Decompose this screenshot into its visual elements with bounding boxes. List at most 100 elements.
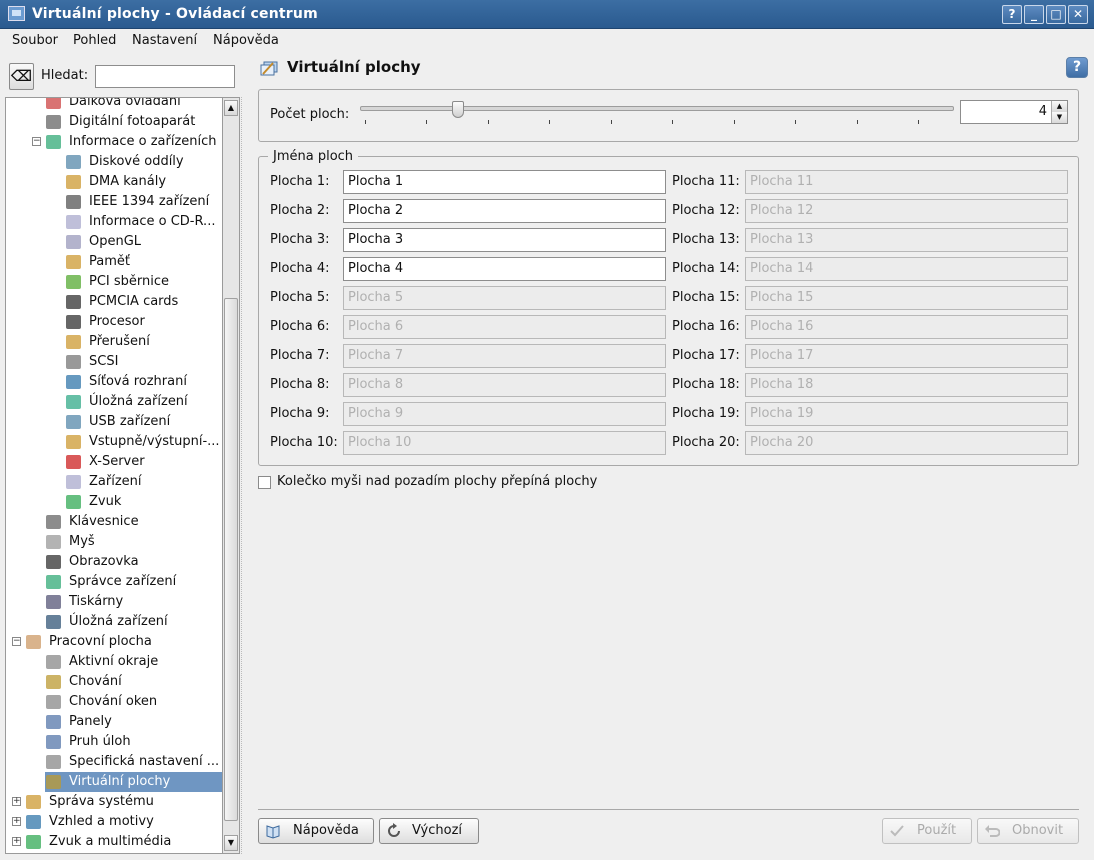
search-input[interactable] bbox=[95, 65, 235, 88]
desktop-count-spinbox[interactable]: 4 ▲ ▼ bbox=[960, 100, 1068, 124]
storage-icon bbox=[66, 395, 81, 409]
desktop-name-field[interactable]: Plocha 4 bbox=[343, 257, 666, 281]
tree-item[interactable]: Chování bbox=[6, 672, 223, 692]
desktop-name-field[interactable]: Plocha 3 bbox=[343, 228, 666, 252]
scroll-thumb[interactable] bbox=[224, 298, 238, 821]
tree-item[interactable]: + Zvuk a multimédia bbox=[6, 832, 223, 852]
desktop-count-label: Počet ploch: bbox=[270, 107, 350, 122]
tree-item[interactable]: SCSI bbox=[6, 352, 223, 372]
tree-item[interactable]: Tiskárny bbox=[6, 592, 223, 612]
tree-expander-icon[interactable]: − bbox=[32, 137, 41, 146]
slider-handle[interactable] bbox=[452, 101, 464, 118]
firewire-icon bbox=[66, 195, 81, 209]
tree-item[interactable]: Virtuální plochy bbox=[45, 772, 223, 792]
tree-item[interactable]: Síťová rozhraní bbox=[6, 372, 223, 392]
help-icon[interactable]: ? bbox=[1066, 57, 1088, 78]
tree-item[interactable]: Digitální fotoaparát bbox=[6, 112, 223, 132]
close-window-button[interactable]: ✕ bbox=[1068, 5, 1088, 24]
tree-item[interactable]: Diskové oddíly bbox=[6, 152, 223, 172]
tree-item[interactable]: Přerušení bbox=[6, 332, 223, 352]
reset-button[interactable]: Obnovit bbox=[977, 818, 1079, 844]
wheel-switch-checkbox[interactable] bbox=[258, 476, 271, 489]
tree-expander-icon[interactable]: + bbox=[12, 817, 21, 826]
tree-item[interactable]: + Vzhled a motivy bbox=[6, 812, 223, 832]
tree-item[interactable]: Klávesnice bbox=[6, 512, 223, 532]
desktop-name-label: Plocha 6: bbox=[270, 319, 330, 334]
clear-search-button[interactable]: ⌫ bbox=[9, 63, 34, 90]
spin-up-icon[interactable]: ▲ bbox=[1051, 101, 1067, 112]
apply-button[interactable]: Použít bbox=[882, 818, 972, 844]
desktop-name-field: Plocha 11 bbox=[745, 170, 1068, 194]
scroll-up-icon[interactable]: ▲ bbox=[224, 100, 238, 116]
pcmcia-icon bbox=[66, 295, 81, 309]
slider-tick bbox=[795, 120, 797, 124]
pane-splitter[interactable] bbox=[241, 97, 245, 854]
check-icon bbox=[890, 825, 904, 837]
tree-item[interactable]: DMA kanály bbox=[6, 172, 223, 192]
tree-item[interactable]: Procesor bbox=[6, 312, 223, 332]
tree-item-label: Myš bbox=[69, 534, 95, 549]
desktop-name-field: Plocha 17 bbox=[745, 344, 1068, 368]
tree-item-label: Vstupně/výstupní-... bbox=[89, 434, 220, 449]
tree-item[interactable]: Úložná zařízení bbox=[6, 612, 223, 632]
desktop-name-field[interactable]: Plocha 1 bbox=[343, 170, 666, 194]
tree-item-label: Aktivní okraje bbox=[69, 654, 159, 669]
tree-item[interactable]: + Správa systému bbox=[6, 792, 223, 812]
desktop-name-field[interactable]: Plocha 2 bbox=[343, 199, 666, 223]
menu-pohled[interactable]: Pohled bbox=[73, 33, 116, 48]
window-title: Virtuální plochy - Ovládací centrum bbox=[32, 6, 318, 22]
defaults-button[interactable]: Výchozí bbox=[379, 818, 479, 844]
module-tree[interactable]: Dálková ovládání Digitální fotoaparát − Inf… bbox=[5, 97, 223, 854]
tree-item[interactable]: OpenGL bbox=[6, 232, 223, 252]
tree-item[interactable]: Vstupně/výstupní-... bbox=[6, 432, 223, 452]
tree-item[interactable]: USB zařízení bbox=[6, 412, 223, 432]
tree-item[interactable]: Paměť bbox=[6, 252, 223, 272]
tree-item-label: Procesor bbox=[89, 314, 145, 329]
tree-item-label: Dálková ovládání bbox=[69, 97, 181, 109]
menu-napoveda[interactable]: Nápověda bbox=[213, 33, 279, 48]
network-icon bbox=[66, 375, 81, 389]
tree-item[interactable]: − Pracovní plocha bbox=[6, 632, 223, 652]
tree-item[interactable]: Obrazovka bbox=[6, 552, 223, 572]
spin-down-icon[interactable]: ▼ bbox=[1051, 112, 1067, 123]
tree-scrollbar[interactable]: ▲ ▼ bbox=[222, 97, 240, 854]
tree-item-label: Panely bbox=[69, 714, 112, 729]
tree-item[interactable]: X-Server bbox=[6, 452, 223, 472]
help-titlebar-button[interactable]: ? bbox=[1002, 5, 1022, 24]
tree-item[interactable]: PCI sběrnice bbox=[6, 272, 223, 292]
help-button[interactable]: Nápověda bbox=[258, 818, 374, 844]
menu-nastaveni[interactable]: Nastavení bbox=[132, 33, 197, 48]
button-separator bbox=[258, 809, 1079, 810]
minimize-button[interactable]: _ bbox=[1024, 5, 1044, 24]
reload-icon bbox=[388, 823, 400, 837]
tree-expander-icon[interactable]: + bbox=[12, 797, 21, 806]
desktop-name-field: Plocha 18 bbox=[745, 373, 1068, 397]
tree-item[interactable]: Pruh úloh bbox=[6, 732, 223, 752]
desktop-count-slider[interactable] bbox=[360, 106, 954, 111]
tree-item[interactable]: Aktivní okraje bbox=[6, 652, 223, 672]
tree-item[interactable]: PCMCIA cards bbox=[6, 292, 223, 312]
tree-item[interactable]: Specifická nastavení ... bbox=[6, 752, 223, 772]
scroll-down-icon[interactable]: ▼ bbox=[224, 835, 238, 851]
tree-item[interactable]: Panely bbox=[6, 712, 223, 732]
tree-item[interactable]: Zařízení bbox=[6, 472, 223, 492]
tree-item[interactable]: Úložná zařízení bbox=[6, 392, 223, 412]
tree-expander-icon[interactable]: + bbox=[12, 837, 21, 846]
virtual-desktops-icon bbox=[260, 61, 278, 76]
menu-soubor[interactable]: Soubor bbox=[12, 33, 58, 48]
tree-item[interactable]: Myš bbox=[6, 532, 223, 552]
tree-item[interactable]: Chování oken bbox=[6, 692, 223, 712]
desktop-names-title: Jména ploch bbox=[268, 149, 359, 164]
tree-item[interactable]: Informace o CD-R... bbox=[6, 212, 223, 232]
wheel-switch-label[interactable]: Kolečko myši nad pozadím plochy přepíná … bbox=[277, 474, 597, 489]
tree-item[interactable]: IEEE 1394 zařízení bbox=[6, 192, 223, 212]
tree-item[interactable]: − Informace o zařízeních bbox=[6, 132, 223, 152]
tree-item[interactable]: Dálková ovládání bbox=[6, 97, 223, 112]
tree-item-label: Správce zařízení bbox=[69, 574, 177, 589]
tree-item[interactable]: Správce zařízení bbox=[6, 572, 223, 592]
tree-expander-icon[interactable]: − bbox=[12, 637, 21, 646]
tree-item[interactable]: Zvuk bbox=[6, 492, 223, 512]
desktop-count-value[interactable]: 4 bbox=[1039, 104, 1047, 119]
desktop-name-field: Plocha 8 bbox=[343, 373, 666, 397]
maximize-button[interactable]: □ bbox=[1046, 5, 1066, 24]
